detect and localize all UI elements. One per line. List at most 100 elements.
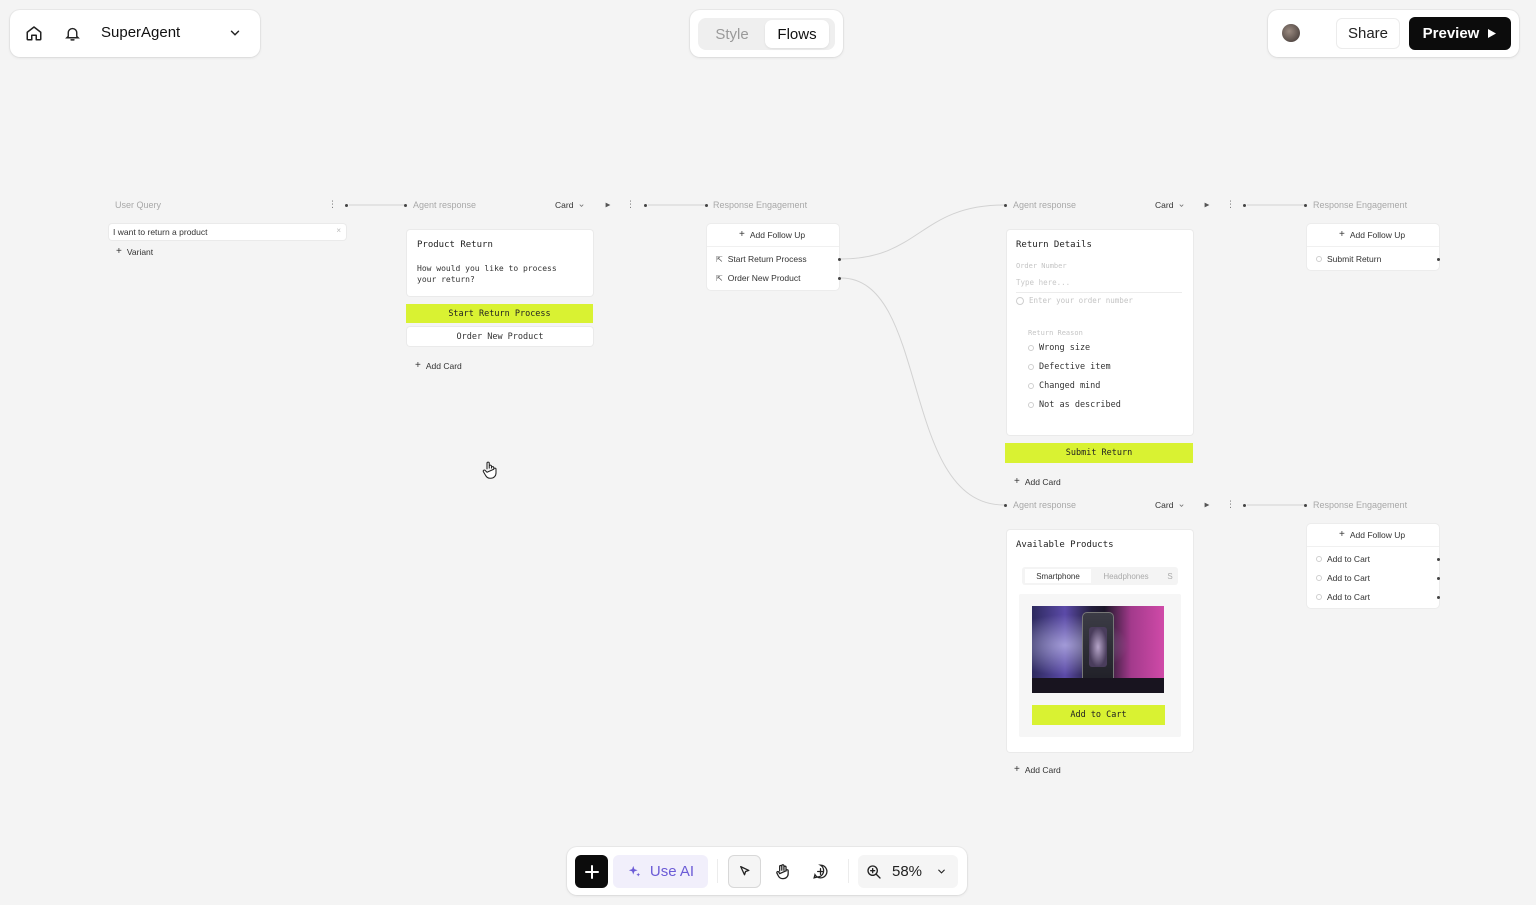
close-icon[interactable]: ×: [336, 226, 341, 235]
return-details-card[interactable]: Return Details Order Number Type here...…: [1007, 230, 1193, 435]
reason-option[interactable]: Wrong size: [1028, 343, 1090, 353]
zoom-level: 58%: [892, 863, 923, 880]
zoom-control[interactable]: 58%: [858, 855, 958, 888]
follow-up-item[interactable]: Add to Cart: [1316, 573, 1370, 583]
engagement-card: + Add Follow Up Submit Return: [1307, 224, 1439, 270]
start-return-button[interactable]: Start Return Process: [406, 304, 593, 323]
user-query-header: User Query: [115, 200, 162, 210]
connector-dot[interactable]: [1437, 596, 1440, 599]
connector-dot[interactable]: [1437, 577, 1440, 580]
submit-return-button[interactable]: Submit Return: [1005, 443, 1193, 463]
card-type-select[interactable]: Card: [1155, 500, 1185, 510]
add-follow-up-label: Add Follow Up: [1349, 529, 1406, 540]
add-card-label: Add Card: [1024, 476, 1061, 487]
plus-icon: +: [739, 229, 745, 240]
order-number-input[interactable]: Type here...: [1016, 278, 1182, 293]
more-icon[interactable]: ⋮: [1226, 199, 1235, 210]
sparkles-icon: [628, 865, 641, 877]
add-follow-up-button[interactable]: + Add Follow Up: [739, 229, 805, 240]
hand-tool-button[interactable]: [766, 855, 799, 888]
card-type-label: Card: [555, 200, 574, 210]
reason-option[interactable]: Not as described: [1028, 400, 1121, 410]
plus-icon: +: [1014, 764, 1020, 775]
connector-dot[interactable]: [1243, 504, 1246, 507]
plus-icon: +: [415, 360, 421, 371]
follow-up-item[interactable]: ⇱ Order New Product: [716, 273, 800, 283]
user-query-text: I want to return a product: [113, 227, 208, 237]
add-follow-up-label: Add Follow Up: [749, 229, 806, 240]
more-icon[interactable]: ⋮: [328, 199, 337, 210]
follow-up-item[interactable]: Add to Cart: [1316, 592, 1370, 602]
product-return-card[interactable]: Product Return How would you like to pro…: [407, 230, 593, 296]
add-card-button[interactable]: + Add Card: [415, 360, 462, 371]
connector-dot[interactable]: [838, 258, 841, 261]
more-icon[interactable]: ⋮: [1226, 499, 1235, 510]
available-products-card[interactable]: Available Products Smartphone Headphones…: [1007, 530, 1193, 752]
add-card-button[interactable]: + Add Card: [1014, 476, 1061, 487]
add-follow-up-button[interactable]: + Add Follow Up: [1339, 529, 1405, 540]
connector-dot[interactable]: [1243, 204, 1246, 207]
card-type-select[interactable]: Card: [1155, 200, 1185, 210]
pointer-icon: [740, 865, 750, 876]
circle-icon: [1316, 256, 1322, 262]
card-type-label: Card: [1155, 200, 1174, 210]
play-icon[interactable]: [1204, 502, 1210, 508]
comment-tool-button[interactable]: [804, 855, 837, 888]
product-tab[interactable]: Smartphone: [1025, 569, 1091, 583]
plus-icon: [584, 864, 599, 879]
select-tool-button[interactable]: [728, 855, 761, 888]
card-type-select[interactable]: Card: [555, 200, 585, 210]
connector-dot[interactable]: [1304, 204, 1307, 207]
add-card-button[interactable]: + Add Card: [1014, 764, 1061, 775]
play-icon[interactable]: [1204, 202, 1210, 208]
info-icon: [1016, 296, 1024, 305]
chevron-down-icon: [1179, 203, 1184, 207]
connector-dot[interactable]: [1304, 504, 1307, 507]
plus-icon: +: [1014, 476, 1020, 487]
connector-dot[interactable]: [345, 204, 348, 207]
connector-dot[interactable]: [705, 204, 708, 207]
circle-icon: [1316, 594, 1322, 600]
follow-up-item-label: Order New Product: [727, 273, 801, 283]
follow-up-item[interactable]: Add to Cart: [1316, 554, 1370, 564]
order-new-product-button[interactable]: Order New Product: [407, 327, 593, 346]
add-follow-up-label: Add Follow Up: [1349, 229, 1406, 240]
add-variant-button[interactable]: + Variant: [116, 246, 153, 257]
use-ai-button[interactable]: Use AI: [613, 855, 708, 888]
connector-dot[interactable]: [1437, 558, 1440, 561]
add-card-label: Add Card: [1024, 764, 1061, 775]
connector-dot[interactable]: [644, 204, 647, 207]
product-image: [1032, 606, 1164, 693]
reason-option[interactable]: Defective item: [1028, 362, 1111, 372]
connector-dot[interactable]: [404, 204, 407, 207]
follow-up-item[interactable]: ⇱ Start Return Process: [716, 254, 807, 264]
play-icon[interactable]: [605, 202, 611, 208]
user-query-input[interactable]: I want to return a product ×: [109, 224, 346, 240]
add-to-cart-button[interactable]: Add to Cart: [1032, 705, 1165, 725]
reason-label: Defective item: [1039, 362, 1111, 372]
product-tab[interactable]: Headphones: [1098, 569, 1154, 583]
follow-up-item[interactable]: Submit Return: [1316, 254, 1381, 264]
product-tabs: Smartphone Headphones S: [1022, 567, 1178, 585]
connector-dot[interactable]: [838, 277, 841, 280]
connector-dot[interactable]: [1004, 504, 1007, 507]
return-reason-label: Return Reason: [1028, 329, 1083, 337]
order-hint-text: Enter your order number: [1029, 296, 1133, 305]
product-tab[interactable]: S: [1164, 569, 1176, 583]
follow-up-item-label: Add to Cart: [1327, 554, 1370, 564]
add-card-label: Add Card: [425, 360, 462, 371]
card-type-label: Card: [1155, 500, 1174, 510]
connector-dot[interactable]: [1004, 204, 1007, 207]
chevron-down-icon: [938, 869, 945, 874]
connector-dot[interactable]: [1437, 258, 1440, 261]
more-icon[interactable]: ⋮: [626, 199, 635, 210]
add-follow-up-button[interactable]: + Add Follow Up: [1339, 229, 1405, 240]
product-panel: Add to Cart: [1019, 594, 1181, 737]
plus-icon: +: [1339, 229, 1345, 240]
agent-response-header: Agent response: [1013, 500, 1077, 510]
card-title: Product Return: [417, 240, 493, 250]
zoom-icon: [867, 864, 881, 879]
reason-option[interactable]: Changed mind: [1028, 381, 1100, 391]
card-body: How would you like to process your retur…: [417, 264, 557, 284]
add-node-button[interactable]: [575, 855, 608, 888]
